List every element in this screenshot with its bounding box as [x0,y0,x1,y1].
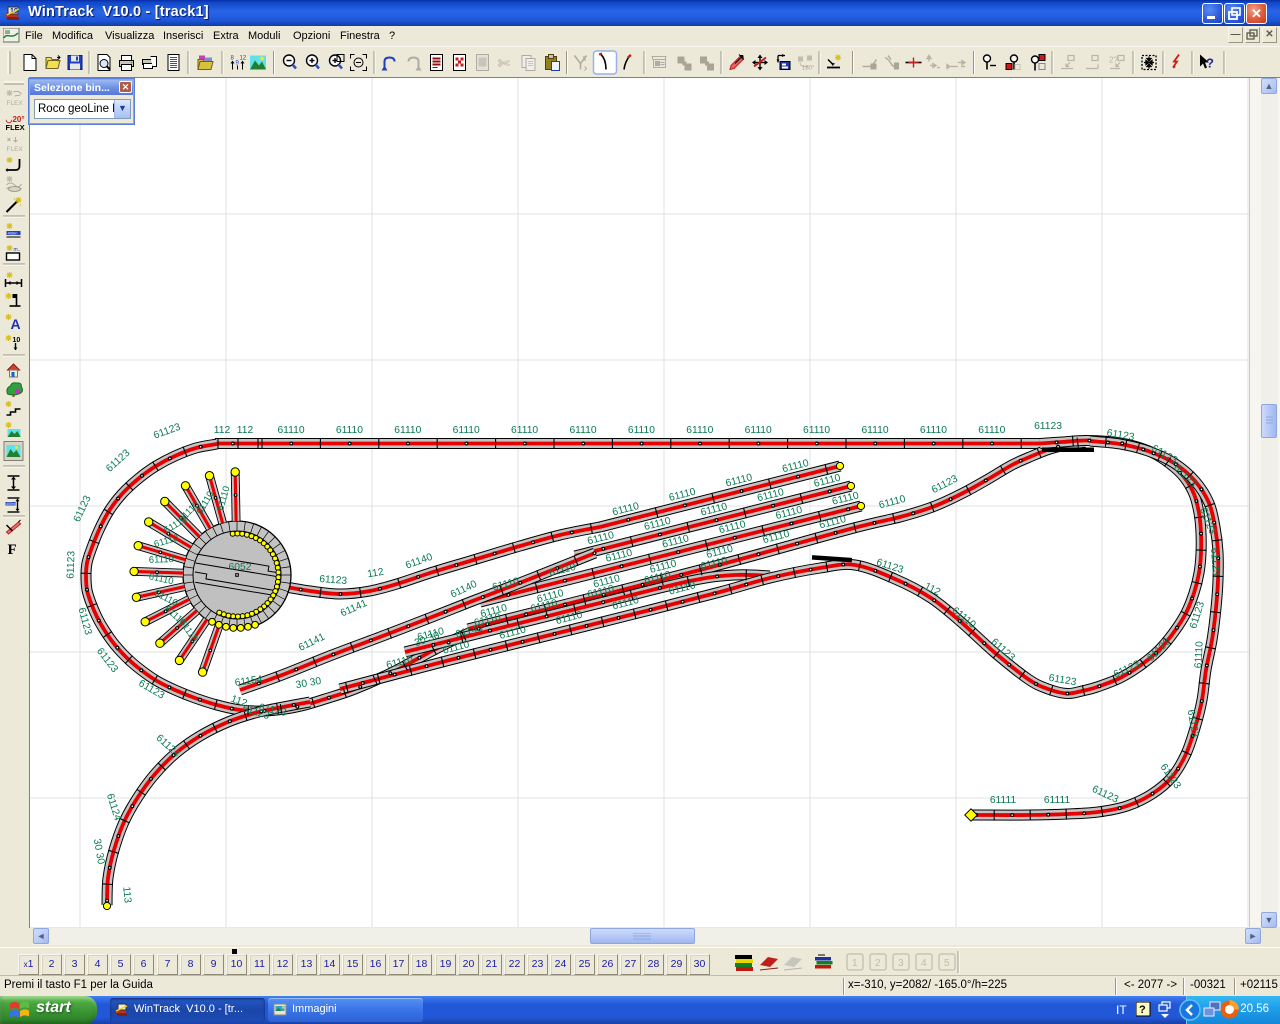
svg-text:61123: 61123 [1034,421,1062,432]
svg-text:F: F [8,542,17,558]
svg-text:61124: 61124 [104,792,123,822]
svg-text:A: A [11,316,21,332]
svg-text:3: 3 [898,958,904,969]
svg-text:61110: 61110 [803,425,830,436]
svg-text:180°: 180° [802,66,815,72]
svg-text:30 30: 30 30 [91,838,106,866]
svg-text:112: 112 [367,567,385,581]
svg-text:30 30: 30 30 [295,676,323,691]
svg-text:61110: 61110 [1193,641,1205,669]
svg-text:4: 4 [921,958,927,969]
svg-text:61110: 61110 [511,425,538,436]
svg-text:61110: 61110 [394,425,421,436]
svg-text:61110: 61110 [878,494,907,512]
svg-text:112: 112 [237,425,254,436]
svg-text:61141: 61141 [339,598,369,619]
svg-text:61111: 61111 [990,795,1017,806]
svg-text:61123: 61123 [1145,636,1173,664]
svg-text:61110: 61110 [978,425,1005,436]
svg-text:✄: ✄ [498,56,511,73]
svg-text:61123: 61123 [104,448,132,475]
svg-text:61123: 61123 [152,422,182,442]
svg-text:FLEX: FLEX [6,123,25,132]
svg-text:8: 8 [231,56,235,62]
svg-text:400m: 400m [8,231,19,236]
svg-text:61123: 61123 [1090,784,1120,806]
svg-text:61123: 61123 [1208,548,1221,577]
svg-text:10: 10 [13,337,21,344]
svg-text:FLEX: FLEX [7,146,24,153]
svg-text:61110: 61110 [920,425,947,436]
svg-text:113: 113 [120,886,132,904]
svg-text:61123: 61123 [72,494,94,524]
svg-text:?: ? [1139,1004,1146,1016]
svg-text:1: 1 [852,958,858,969]
svg-text:61110: 61110 [453,425,480,436]
svg-text:FLEX: FLEX [7,100,24,107]
svg-text:2: 2 [875,958,881,969]
svg-text:61110: 61110 [745,425,772,436]
svg-text:61110: 61110 [153,533,180,551]
svg-text:?: ? [1206,56,1214,71]
svg-text:61110: 61110 [628,425,655,436]
svg-text:61110: 61110 [861,425,888,436]
svg-text:61111: 61111 [1044,795,1071,806]
svg-text:12: 12 [240,56,247,62]
svg-text:61110: 61110 [277,425,304,436]
svg-text:2?: 2? [1109,56,1118,65]
svg-text:61110: 61110 [149,554,174,566]
svg-text:61110: 61110 [215,485,232,512]
svg-text:400m: 400m [6,502,15,506]
svg-text:61123: 61123 [319,574,348,587]
svg-text:5: 5 [944,958,950,969]
svg-text:61110: 61110 [336,425,363,436]
svg-text:61141: 61141 [297,632,327,654]
svg-text:112: 112 [214,425,231,436]
svg-text:61110: 61110 [569,425,596,436]
svg-text:61123: 61123 [66,551,78,580]
svg-text:6052: 6052 [229,562,252,573]
svg-text:m..: m.. [14,247,21,253]
svg-text:61110: 61110 [686,425,713,436]
